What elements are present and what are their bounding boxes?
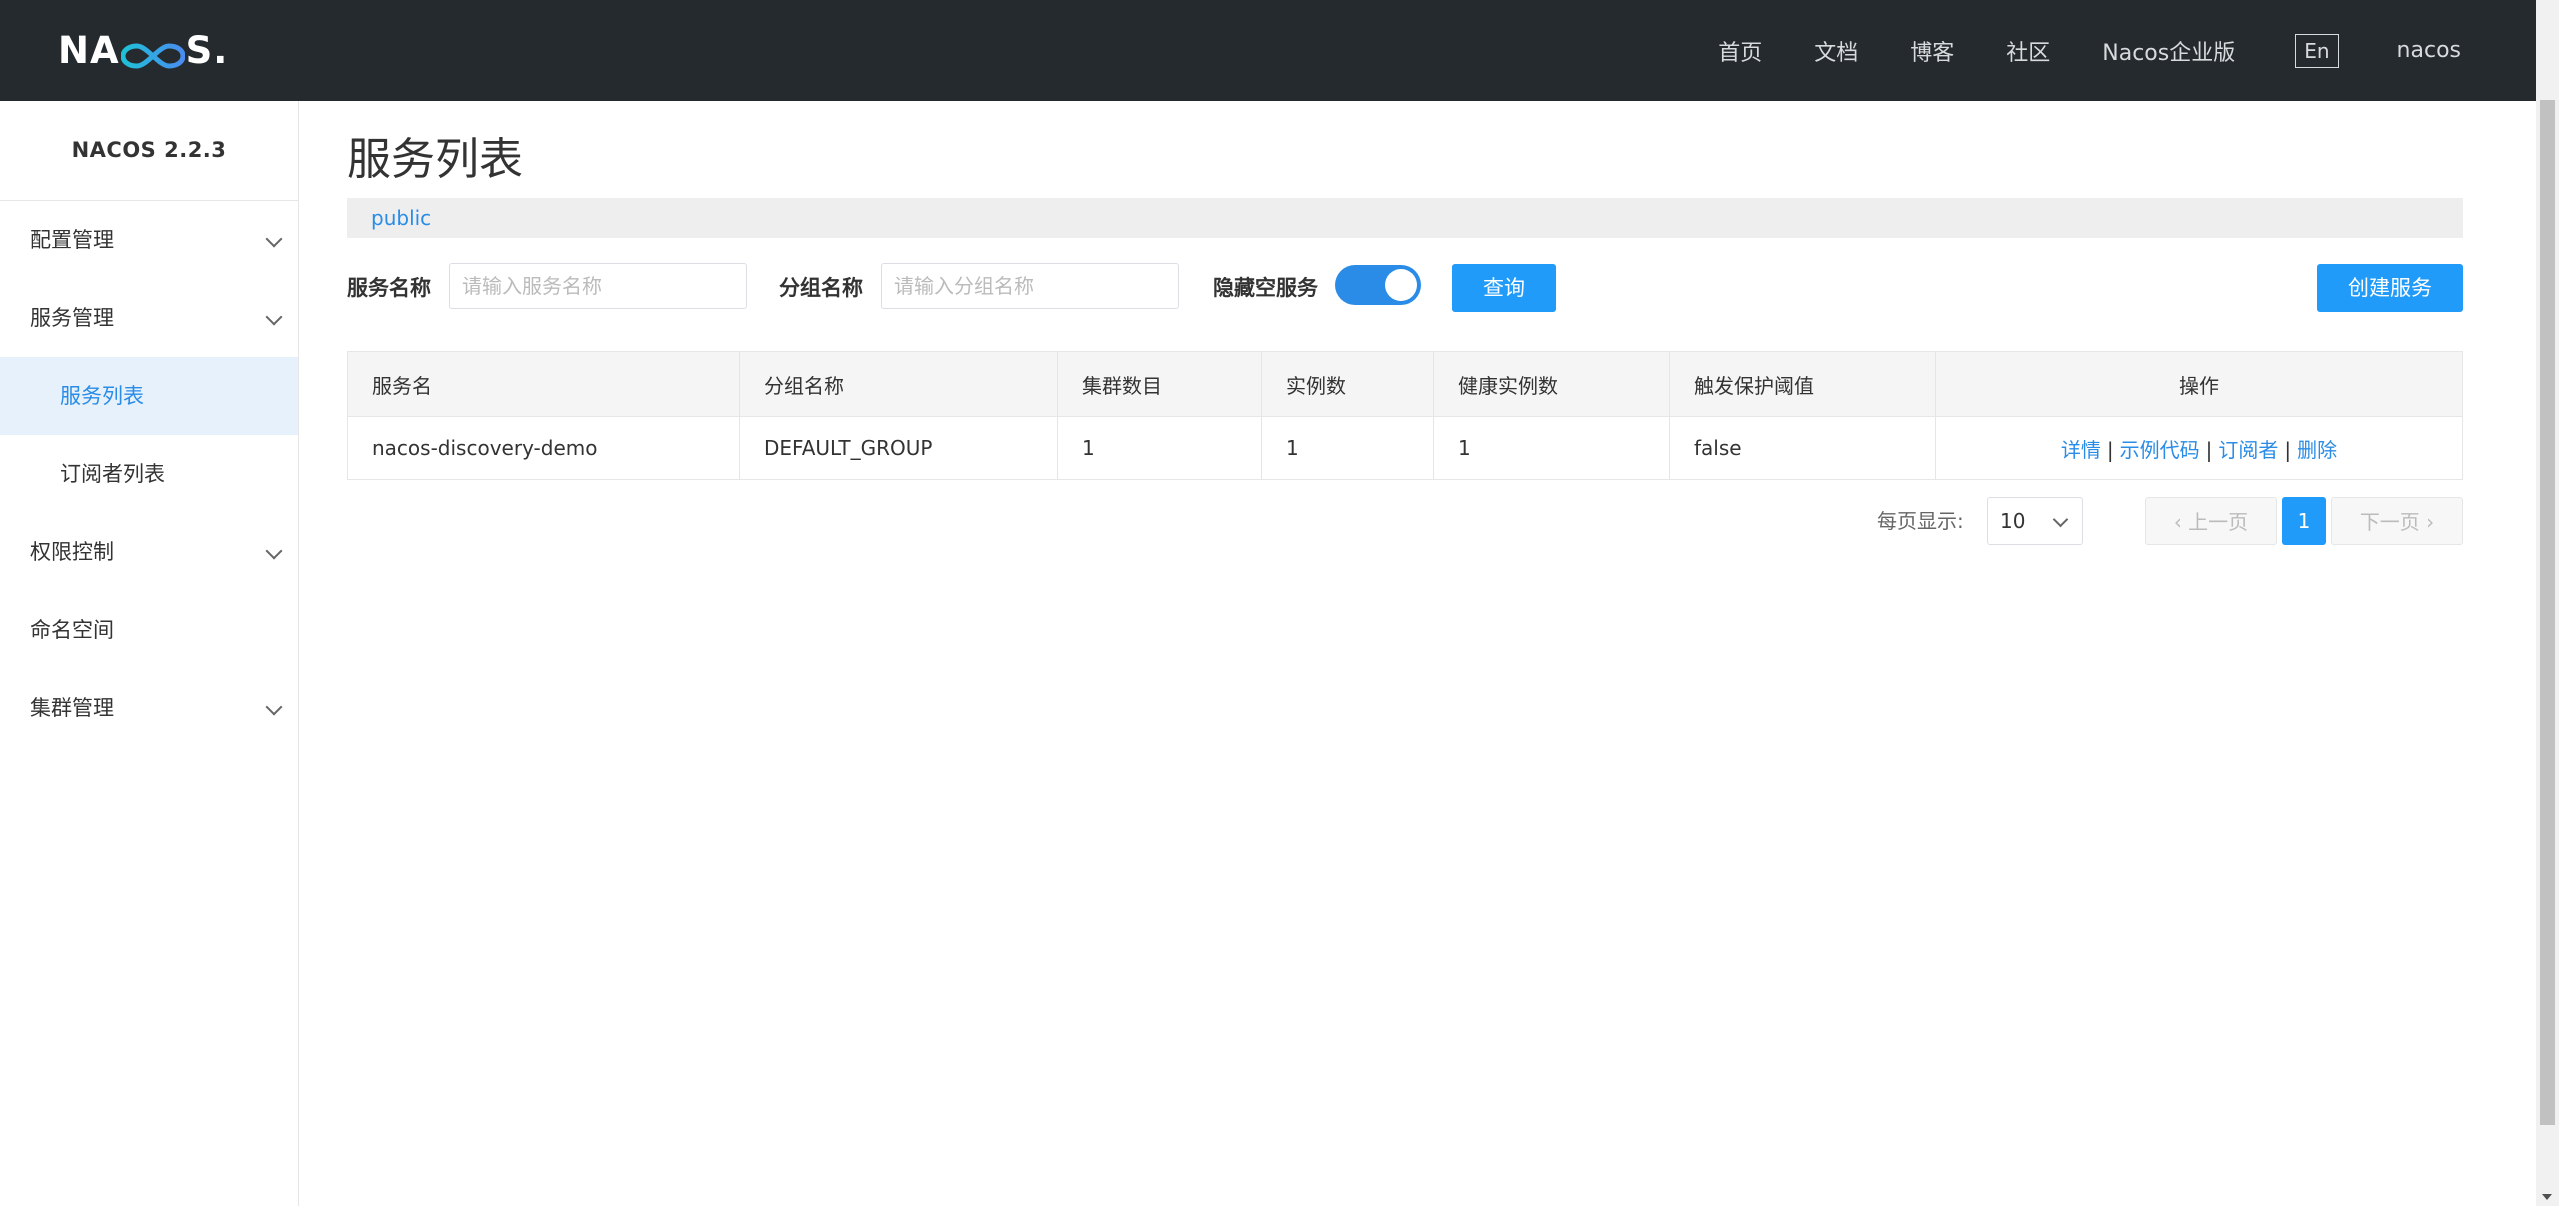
group-name-label: 分组名称 [779, 276, 863, 300]
separator: | [2106, 437, 2114, 462]
cell-instance-count: 1 [1261, 416, 1434, 480]
sidebar-item-service-management[interactable]: 服务管理 [0, 279, 298, 357]
language-switch-button[interactable]: En [2295, 33, 2339, 68]
delete-link[interactable]: 删除 [2297, 438, 2337, 462]
cell-group-name: DEFAULT_GROUP [739, 416, 1058, 480]
sidebar-item-label: 权限控制 [30, 540, 114, 564]
pagination: 每页显示: 10 ‹ 上一页 1 下一页 › [347, 496, 2463, 546]
sidebar-item-cluster-management[interactable]: 集群管理 [0, 669, 298, 747]
table-header-row: 服务名 分组名称 集群数目 实例数 健康实例数 触发保护阈值 操作 [347, 351, 2463, 417]
page-number-current[interactable]: 1 [2282, 497, 2326, 545]
nav-blog[interactable]: 博客 [1910, 35, 1954, 67]
sidebar-item-label: 命名空间 [30, 618, 114, 642]
sidebar-item-service-list[interactable]: 服务列表 [0, 357, 298, 435]
top-navbar: NA S. 首页 文档 博客 社区 Nacos企业版 En nacos [0, 0, 2536, 101]
chevron-left-icon: ‹ [2173, 510, 2182, 534]
page-size-label: 每页显示: [1877, 509, 1964, 533]
next-page-label: 下一页 [2359, 510, 2420, 534]
sidebar-item-label: 服务管理 [30, 306, 114, 330]
next-page-button[interactable]: 下一页 › [2331, 497, 2463, 545]
column-header-instances: 实例数 [1261, 351, 1434, 417]
chevron-down-icon [265, 698, 283, 716]
chevron-down-icon [2052, 511, 2069, 528]
service-name-label: 服务名称 [347, 276, 431, 300]
sidebar-item-label: 订阅者列表 [60, 462, 165, 486]
details-link[interactable]: 详情 [2061, 438, 2101, 462]
nav-docs[interactable]: 文档 [1814, 35, 1858, 67]
scroll-down-arrow-icon[interactable] [2542, 1194, 2552, 1200]
column-header-healthy-instances: 健康实例数 [1433, 351, 1670, 417]
chevron-down-icon [265, 542, 283, 560]
hide-empty-services-label: 隐藏空服务 [1213, 276, 1318, 300]
sidebar-item-label: 服务列表 [60, 384, 144, 408]
chevron-right-icon: › [2426, 510, 2435, 534]
sample-code-link[interactable]: 示例代码 [2120, 438, 2200, 462]
service-table: 服务名 分组名称 集群数目 实例数 健康实例数 触发保护阈值 操作 nacos-… [347, 351, 2463, 480]
hide-empty-services-toggle[interactable] [1335, 265, 1421, 305]
nav-community[interactable]: 社区 [2006, 35, 2050, 67]
user-menu[interactable]: nacos [2397, 38, 2461, 63]
subscribers-link[interactable]: 订阅者 [2218, 438, 2278, 462]
nav-enterprise[interactable]: Nacos企业版 [2102, 35, 2235, 67]
prev-page-label: 上一页 [2188, 510, 2249, 534]
cell-protect-threshold: false [1669, 416, 1936, 480]
column-header-service: 服务名 [347, 351, 740, 417]
column-header-group: 分组名称 [739, 351, 1058, 417]
chevron-down-icon [265, 308, 283, 326]
group-name-input[interactable] [881, 263, 1179, 309]
service-name-input[interactable] [449, 263, 747, 309]
page-size-select[interactable]: 10 [1987, 497, 2083, 545]
create-service-button[interactable]: 创建服务 [2317, 264, 2463, 312]
toggle-knob [1385, 269, 1417, 301]
cell-cluster-count: 1 [1057, 416, 1262, 480]
sidebar-item-namespace[interactable]: 命名空间 [0, 591, 298, 669]
sidebar-item-label: 集群管理 [30, 696, 114, 720]
nacos-logo[interactable]: NA S. [58, 29, 228, 72]
main-content: 服务列表 public 服务名称 分组名称 隐藏空服务 查询 创建服务 服务名 … [347, 101, 2463, 546]
column-header-protect-threshold: 触发保护阈值 [1669, 351, 1936, 417]
separator: | [2205, 437, 2213, 462]
vertical-scrollbar[interactable] [2536, 0, 2559, 1206]
table-row: nacos-discovery-demo DEFAULT_GROUP 1 1 1… [347, 416, 2463, 480]
version-label: NACOS 2.2.3 [0, 101, 298, 201]
separator: | [2284, 437, 2292, 462]
page-title: 服务列表 [347, 134, 523, 185]
cell-healthy-instance-count: 1 [1433, 416, 1670, 480]
query-button[interactable]: 查询 [1452, 264, 1556, 312]
namespace-bar: public [347, 198, 2463, 238]
nav-home[interactable]: 首页 [1718, 35, 1762, 67]
column-header-clusters: 集群数目 [1057, 351, 1262, 417]
sidebar: NACOS 2.2.3 配置管理 服务管理 服务列表 订阅者列表 权限控制 命名… [0, 101, 299, 1206]
cell-service-name: nacos-discovery-demo [347, 416, 740, 480]
sidebar-item-label: 配置管理 [30, 228, 114, 252]
filter-bar: 服务名称 分组名称 隐藏空服务 查询 创建服务 [347, 263, 2463, 313]
sidebar-item-config-management[interactable]: 配置管理 [0, 201, 298, 279]
chevron-down-icon [265, 230, 283, 248]
namespace-link-public[interactable]: public [371, 206, 431, 230]
sidebar-item-access-control[interactable]: 权限控制 [0, 513, 298, 591]
page-size-value: 10 [2000, 509, 2026, 533]
sidebar-item-subscriber-list[interactable]: 订阅者列表 [0, 435, 298, 513]
cell-operations: 详情 | 示例代码 | 订阅者 | 删除 [1935, 416, 2463, 480]
column-header-operations: 操作 [1935, 351, 2463, 417]
prev-page-button[interactable]: ‹ 上一页 [2145, 497, 2277, 545]
scrollbar-thumb[interactable] [2540, 100, 2555, 1125]
infinity-logo-icon [120, 36, 186, 69]
